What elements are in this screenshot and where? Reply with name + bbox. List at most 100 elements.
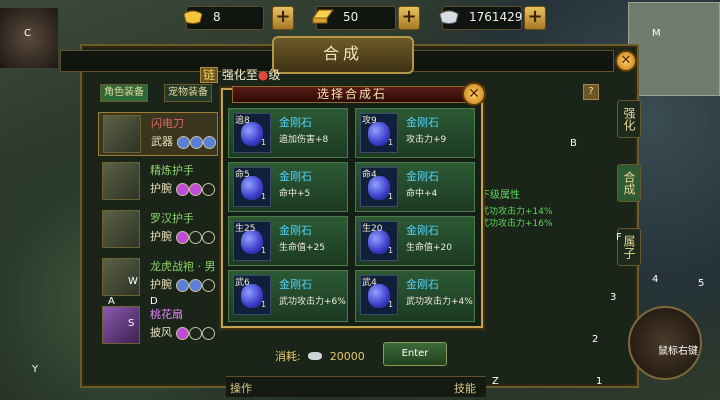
stone-count: 1: [261, 138, 267, 147]
gem-slot-icon: [176, 231, 189, 244]
tab-character-equipment[interactable]: 角色装备: [100, 84, 148, 102]
equipment-row[interactable]: 龙虎战袍 · 男 护腕: [98, 256, 216, 298]
gold-bar-counter: 50: [312, 6, 396, 30]
stone-effect: 命中+5: [279, 189, 311, 199]
equipment-name: 罗汉护手: [150, 212, 194, 225]
key-hint-4: 4: [652, 274, 659, 285]
stone-effect: 武功攻击力+4%: [406, 297, 473, 307]
stone-effect: 生命值+20: [406, 243, 452, 253]
equipment-row[interactable]: 罗汉护手 护腕: [98, 208, 216, 250]
key-hint-s: S: [128, 318, 135, 329]
stone-level: 武6: [235, 278, 250, 288]
stone-count: 1: [261, 192, 267, 201]
bracer-icon: [102, 210, 140, 248]
add-silver-button[interactable]: +: [524, 6, 546, 30]
popup-close-button[interactable]: ✕: [462, 82, 486, 106]
stone-count: 1: [388, 300, 394, 309]
window-close-button[interactable]: ✕: [615, 50, 637, 72]
minimap[interactable]: [628, 2, 720, 96]
equipment-type: 武器: [151, 135, 173, 148]
stone-item[interactable]: 武4 1 金刚石 武功攻击力+4%: [355, 270, 475, 322]
help-button[interactable]: ?: [583, 84, 599, 100]
enter-button[interactable]: Enter: [383, 342, 447, 366]
window-title: 合成: [272, 36, 414, 74]
empty-gem-slot-icon: [202, 183, 215, 196]
stone-effect: 命中+4: [406, 189, 438, 199]
gold-bar-value: 50: [343, 10, 359, 24]
stone-level: 追8: [235, 116, 250, 126]
bottom-skill-bar: 操作 技能: [226, 376, 486, 397]
silver-ingot-icon: [439, 10, 459, 24]
bottom-left-label[interactable]: 操作: [230, 380, 252, 396]
popup-title: 选择合成石: [232, 86, 472, 103]
tab-pet-equipment[interactable]: 宠物装备: [164, 84, 212, 102]
add-gold-bar-button[interactable]: +: [398, 6, 420, 30]
stone-effect: 武功攻击力+6%: [279, 297, 346, 307]
stone-item[interactable]: 追8 1 金刚石 追加伤害+8: [228, 108, 348, 158]
stone-level: 命5: [235, 170, 250, 180]
equipment-type: 护腕: [150, 278, 172, 291]
gem-slot-icon: [189, 279, 202, 292]
stone-item[interactable]: 攻9 1 金刚石 攻击力+9: [355, 108, 475, 158]
empty-gem-slot-icon: [202, 279, 215, 292]
stone-effect: 追加伤害+8: [279, 135, 329, 145]
key-hint-d: D: [150, 296, 158, 307]
consume-value: 20000: [329, 350, 365, 363]
gem-slot-icon: [176, 183, 189, 196]
stone-name: 金刚石: [279, 278, 312, 291]
silver-value: 1761429: [469, 10, 523, 24]
stone-effect: 攻击力+9: [406, 135, 447, 145]
next-attribute-line: 武功攻击力+16%: [480, 219, 553, 229]
consume-cost: 消耗: 20000: [275, 348, 365, 364]
stone-name: 金刚石: [406, 170, 439, 183]
equipment-row[interactable]: 桃花扇 披风: [98, 304, 216, 346]
stone-count: 1: [388, 192, 394, 201]
stone-count: 1: [388, 246, 394, 255]
strengthen-suffix: 级: [268, 68, 281, 82]
mouse-right-click-hint: 鼠标右键: [658, 346, 698, 357]
key-hint-w: W: [128, 276, 138, 287]
gem-slot-icon: [176, 279, 189, 292]
gem-slot-icon: [176, 327, 189, 340]
silver-icon: [308, 352, 323, 360]
stone-effect: 生命值+25: [279, 243, 325, 253]
empty-gem-slot-icon: [202, 327, 215, 340]
gem-slot-icon: [189, 183, 202, 196]
equipment-name: 精炼护手: [150, 164, 194, 177]
stone-item[interactable]: 生25 1 金刚石 生命值+25: [228, 216, 348, 266]
add-gold-ingot-button[interactable]: +: [272, 6, 294, 30]
strengthen-hint: 链 强化至●级: [200, 66, 280, 83]
stone-name: 金刚石: [279, 224, 312, 237]
equipment-type: 护腕: [150, 230, 172, 243]
key-hint-3: 3: [610, 292, 617, 303]
key-hint-5: 5: [698, 278, 705, 289]
consume-label: 消耗:: [275, 350, 301, 363]
stone-level: 武4: [362, 278, 377, 288]
key-hint-f: F: [616, 232, 622, 243]
next-level-attribute-label: 下级属性: [480, 190, 520, 201]
equipment-name: 闪电刀: [151, 117, 184, 130]
equipment-type: 披风: [150, 326, 172, 339]
bottom-right-label[interactable]: 技能: [454, 380, 476, 396]
empty-gem-slot-icon: [189, 231, 202, 244]
saber-icon: [103, 115, 141, 153]
equipment-row[interactable]: 精炼护手 护腕: [98, 160, 216, 202]
equipment-row[interactable]: 闪电刀 武器: [98, 112, 218, 156]
equipment-name: 龙虎战袍 · 男: [150, 260, 216, 273]
stone-item[interactable]: 命5 1 金刚石 命中+5: [228, 162, 348, 212]
stone-item[interactable]: 武6 1 金刚石 武功攻击力+6%: [228, 270, 348, 322]
stone-name: 金刚石: [279, 170, 312, 183]
gem-slot-icon: [190, 136, 203, 149]
stone-level: 生25: [235, 224, 256, 234]
key-hint-1: 1: [596, 376, 603, 387]
stone-count: 1: [261, 300, 267, 309]
stone-level: 生20: [362, 224, 383, 234]
gold-ingot-value: 8: [213, 10, 221, 24]
tab-strengthen[interactable]: 强化: [617, 100, 641, 138]
key-hint-2: 2: [592, 334, 599, 345]
stone-item[interactable]: 命4 1 金刚石 命中+4: [355, 162, 475, 212]
silver-counter: 1761429: [439, 6, 523, 30]
stone-name: 金刚石: [406, 278, 439, 291]
stone-item[interactable]: 生20 1 金刚石 生命值+20: [355, 216, 475, 266]
tab-synthesis[interactable]: 合成: [617, 164, 641, 202]
